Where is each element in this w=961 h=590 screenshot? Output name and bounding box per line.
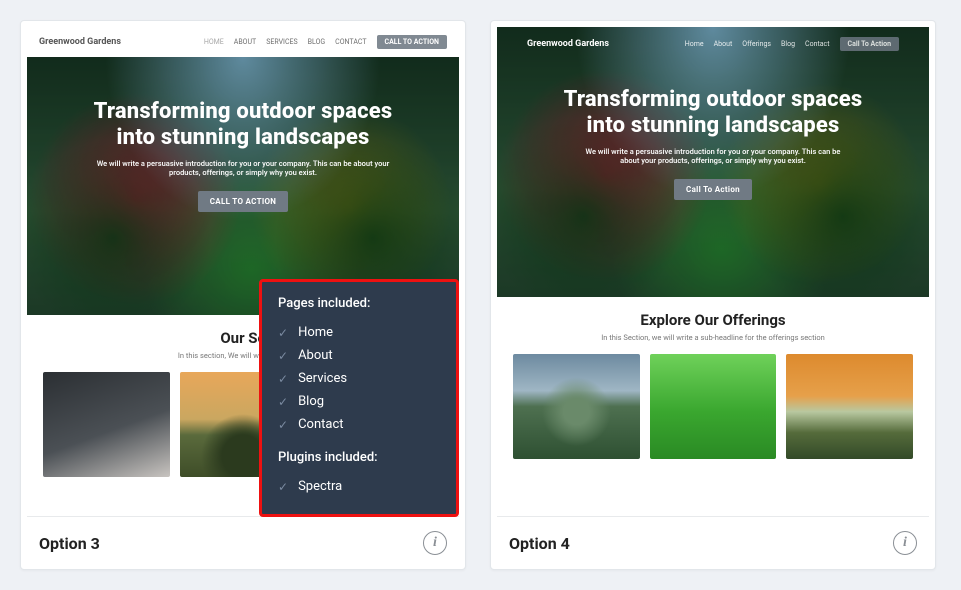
hero-sub: We will write a persuasive introduction … — [578, 147, 848, 165]
check-icon: ✓ — [278, 418, 288, 432]
hero-cta: CALL TO ACTION — [198, 191, 288, 212]
preview-nav: HOME ABOUT SERVICES BLOG CONTACT CALL TO… — [204, 35, 447, 49]
nav-item: Blog — [781, 40, 795, 48]
check-icon: ✓ — [278, 326, 288, 340]
hero-cta: Call To Action — [674, 179, 752, 200]
check-icon: ✓ — [278, 349, 288, 363]
tooltip-pages-list: ✓Home ✓About ✓Services ✓Blog ✓Contact — [278, 321, 440, 436]
info-tooltip: Pages included: ✓Home ✓About ✓Services ✓… — [259, 279, 459, 517]
section-sub: In this Section, we will write a sub-hea… — [511, 333, 915, 342]
thumb-image — [650, 354, 777, 459]
nav-item: ABOUT — [234, 38, 256, 46]
check-icon: ✓ — [278, 395, 288, 409]
info-button[interactable]: i — [423, 531, 447, 555]
preview-hero: Transforming outdoor spaces into stunnin… — [27, 57, 459, 315]
preview-topbar: Greenwood Gardens Home About Offerings B… — [515, 27, 911, 61]
check-icon: ✓ — [278, 480, 288, 494]
nav-item: About — [714, 40, 733, 48]
thumb-image — [43, 372, 170, 477]
preview-hero: Greenwood Gardens Home About Offerings B… — [497, 27, 929, 297]
preview-topbar: Greenwood Gardens HOME ABOUT SERVICES BL… — [27, 27, 459, 57]
tooltip-page-item: ✓Home — [278, 321, 440, 344]
preview-brand: Greenwood Gardens — [39, 37, 121, 47]
thumb-image — [513, 354, 640, 459]
template-preview: Greenwood Gardens Home About Offerings B… — [497, 27, 929, 517]
template-option-card[interactable]: Greenwood Gardens HOME ABOUT SERVICES BL… — [20, 20, 466, 570]
preview-nav: Home About Offerings Blog Contact Call T… — [685, 37, 899, 51]
hero-headline: Transforming outdoor spaces into stunnin… — [73, 99, 413, 151]
tooltip-plugins-header: Plugins included: — [278, 450, 440, 465]
option-label: Option 3 — [39, 534, 100, 553]
nav-item: SERVICES — [266, 38, 297, 46]
preview-section: Explore Our Offerings In this Section, w… — [497, 297, 929, 459]
nav-item: Offerings — [742, 40, 771, 48]
option-label: Option 4 — [509, 534, 570, 553]
nav-cta: CALL TO ACTION — [377, 35, 448, 49]
nav-item: Contact — [805, 40, 829, 48]
hero-sub: We will write a persuasive introduction … — [88, 159, 398, 177]
check-icon: ✓ — [278, 372, 288, 386]
tooltip-plugins-list: ✓Spectra — [278, 475, 440, 498]
nav-item: Home — [685, 40, 704, 48]
nav-item: HOME — [204, 38, 224, 46]
nav-cta: Call To Action — [840, 37, 899, 51]
nav-item: BLOG — [308, 38, 326, 46]
tooltip-page-item: ✓Blog — [278, 390, 440, 413]
nav-item: CONTACT — [335, 38, 366, 46]
section-title: Explore Our Offerings — [511, 311, 915, 329]
tooltip-plugin-item: ✓Spectra — [278, 475, 440, 498]
info-icon: i — [433, 535, 437, 551]
tooltip-page-item: ✓About — [278, 344, 440, 367]
info-icon: i — [903, 535, 907, 551]
info-button[interactable]: i — [893, 531, 917, 555]
hero-headline: Transforming outdoor spaces into stunnin… — [543, 87, 883, 139]
tooltip-pages-header: Pages included: — [278, 296, 440, 311]
tooltip-page-item: ✓Contact — [278, 413, 440, 436]
tooltip-page-item: ✓Services — [278, 367, 440, 390]
thumb-image — [786, 354, 913, 459]
template-option-card[interactable]: Greenwood Gardens Home About Offerings B… — [490, 20, 936, 570]
preview-brand: Greenwood Gardens — [527, 39, 609, 49]
